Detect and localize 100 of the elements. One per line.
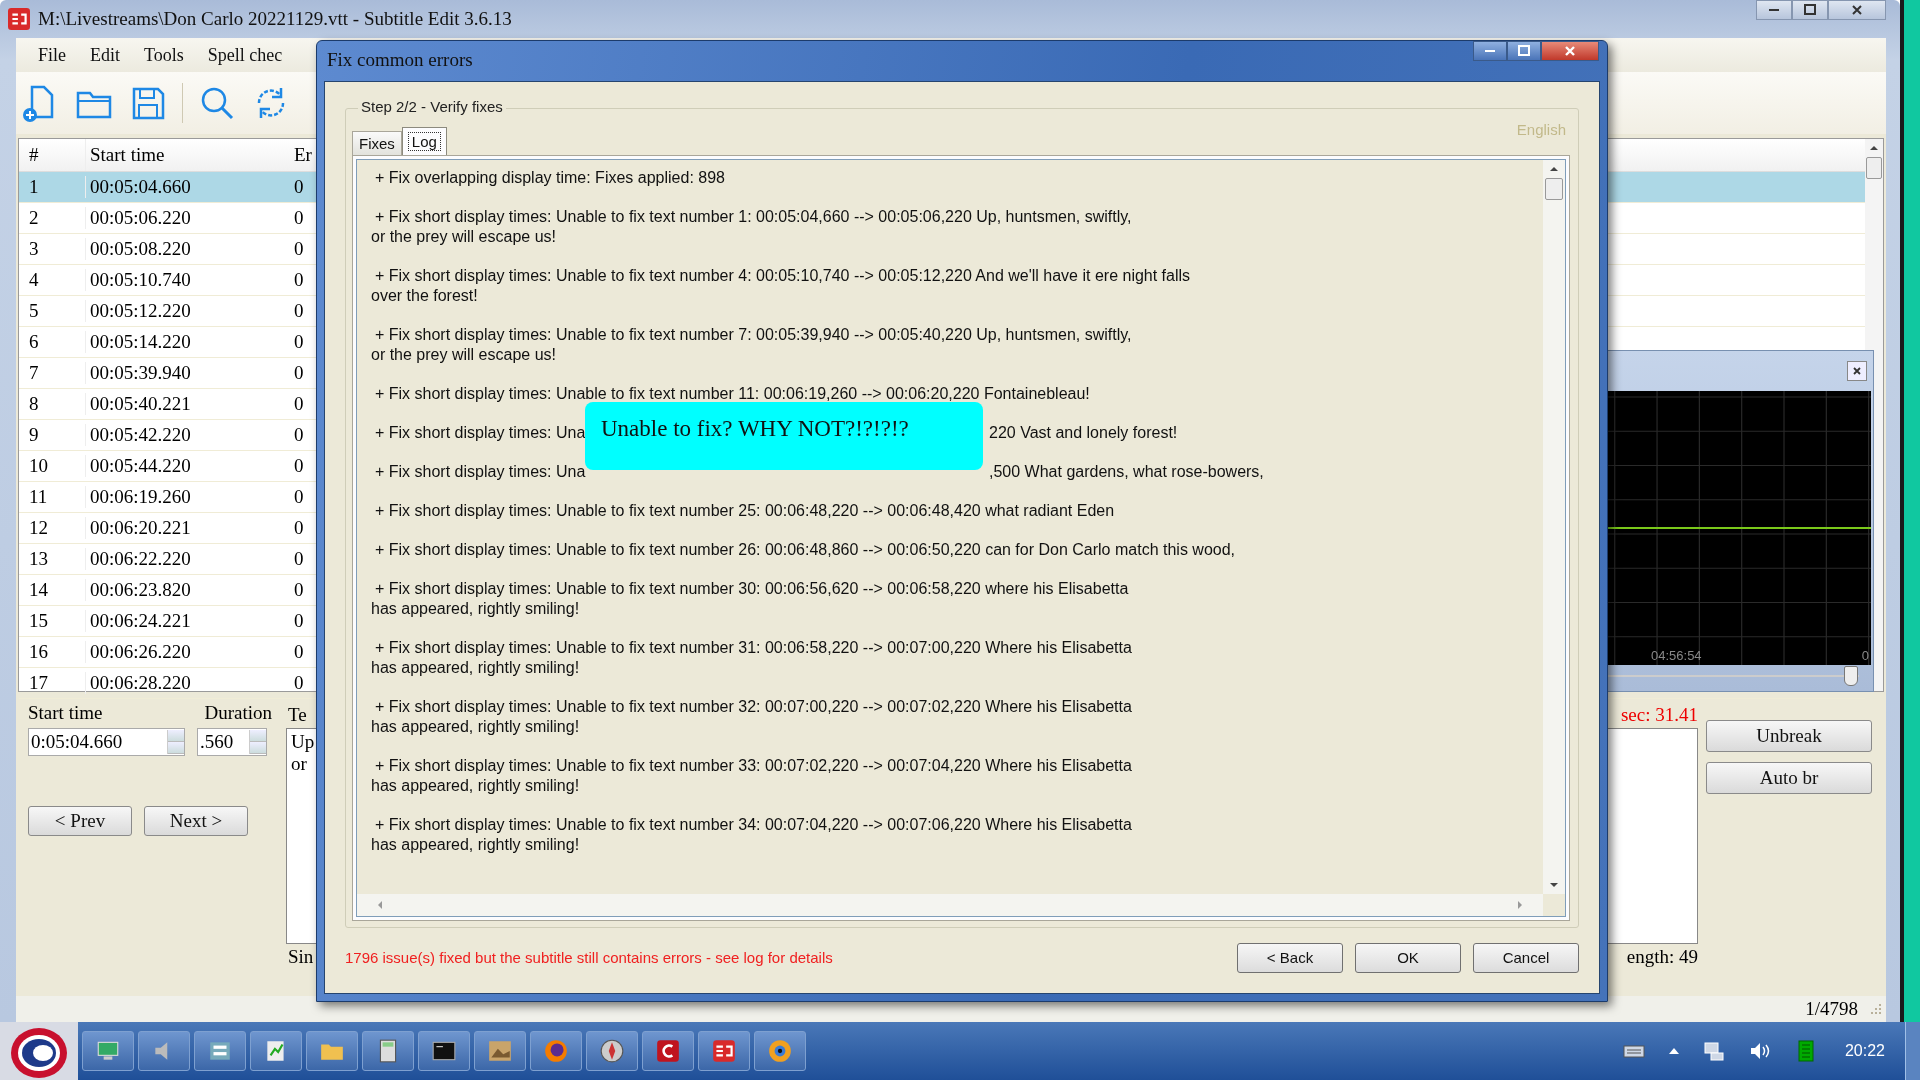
menu-item[interactable]: Edit [78,44,132,66]
log-line: + Fix short display times: Unable to fix text number 11: 00:06:19,260 --> 00:06:20,220 Fontainebleau! [374,384,1091,404]
table-cell: 00:05:42.220 [85,424,290,446]
app-logo-icon [8,8,30,30]
log-line: has appeared, rightly smiling! [371,658,581,678]
maximize-button[interactable] [1507,41,1541,61]
taskbar-button[interactable] [362,1031,414,1071]
minimize-button[interactable] [1756,0,1792,20]
taskbar-button[interactable] [194,1031,246,1071]
tab[interactable]: Fixes [352,131,402,155]
log-line: + Fix short display times: Unable to fix text number 34: 00:07:04,220 --> 00:07:06,220 Where his Elisabetta [374,815,1133,835]
scroll-left-icon[interactable] [377,900,383,910]
column-header[interactable]: Er [290,139,316,171]
table-cell: 00:06:20.221 [85,517,290,539]
scroll-up-icon[interactable] [1869,145,1879,151]
prev-button[interactable]: < Prev [28,806,132,836]
start-button[interactable] [0,1022,78,1080]
maximize-button[interactable] [1792,0,1828,20]
compass-icon [599,1038,625,1064]
show-hidden-icons-icon[interactable] [1667,1047,1680,1055]
menu-item[interactable]: File [26,44,78,66]
log-line: + Fix short display times: Unable to fix text number 25: 00:06:48,220 --> 00:06:48,420 what radiant Eden [374,501,1116,521]
table-cell: 00:05:06.220 [85,207,290,229]
table-cell-text: 12 [28,517,49,539]
clock[interactable]: 20:22 [1844,1042,1885,1060]
single-line-label: Sin [287,946,314,968]
table-cell-text: 0 [293,517,305,539]
line-length-label: ength: 49 [1626,946,1698,968]
app-se-icon [711,1038,737,1064]
network-icon[interactable] [1701,1039,1726,1063]
dialog-button[interactable]: Cancel [1473,942,1579,973]
globe-icon [543,1038,569,1064]
taskbar-button[interactable] [306,1031,358,1071]
menu-item[interactable]: Spell chec [195,44,295,66]
table-cell: 00:06:22.220 [85,548,290,570]
table-cell: 00:06:19.260 [85,486,290,508]
resize-grip-icon[interactable] [1870,1003,1882,1015]
taskbar-button[interactable] [698,1031,750,1071]
tab[interactable]: Log [401,127,447,155]
language-label: English [1516,121,1566,138]
table-cell-text: 4 [28,269,40,291]
close-icon [1851,4,1863,16]
log-line: or the prey will escape us! [371,345,557,365]
text-label: Te [287,704,307,726]
next-button[interactable]: Next > [144,806,248,836]
table-cell: 00:06:23.820 [85,579,290,601]
taskbar-button[interactable] [586,1031,638,1071]
scroll-down-icon[interactable] [1549,882,1559,888]
close-button[interactable] [1541,41,1599,61]
taskbar-button[interactable] [82,1031,134,1071]
scroll-thumb[interactable] [1545,178,1563,200]
table-cell: 00:06:28.220 [85,672,290,694]
table-cell-text: 14 [28,579,49,601]
table-cell-text: 5 [28,300,40,322]
column-header[interactable]: Start time [85,139,290,171]
column-header[interactable]: # [19,139,85,171]
taskbar-button[interactable] [250,1031,302,1071]
table-cell-text: 7 [28,362,40,384]
log-line: + Fix short display times: Unable to fix text number 32: 00:07:00,220 --> 00:07:02,220 Where his Elisabetta [374,697,1133,717]
chars-per-sec-label: sec: 31.41 [1620,704,1698,726]
annotation-callout: Unable to fix? WHY NOT?!?!?!? [585,402,983,470]
log-line: + Fix short display times: Una [374,463,586,480]
log-line: + Fix short display times: Unable to fix text number 31: 00:06:58,220 --> 00:07:00,220 Where his Elisabetta [374,638,1133,658]
status-message: 1796 issue(s) fixed but the subtitle still contains errors - see log for details [345,949,833,966]
unbreak-button[interactable]: Unbreak [1706,720,1872,752]
scroll-right-icon[interactable] [1517,900,1523,910]
slider-thumb[interactable] [1844,666,1859,686]
minimize-icon [1485,50,1495,52]
close-icon [1564,45,1576,57]
time-label: 0 [1861,648,1869,663]
start-time-label: Start time [28,702,103,725]
log-line: has appeared, rightly smiling! [371,599,581,619]
auto-break-button[interactable]: Auto br [1706,762,1872,794]
table-cell-text: 0 [293,455,305,477]
taskbar-button[interactable] [642,1031,694,1071]
log-line: over the forest! [371,286,479,306]
taskbar-button[interactable] [418,1031,470,1071]
subtitle-position: 1/4798 [1805,998,1858,1020]
start-time-field[interactable]: 0:05:04.660 [28,728,185,756]
log-line: has appeared, rightly smiling! [371,717,581,737]
table-cell-text: 1 [28,176,40,198]
close-button[interactable] [1828,0,1886,20]
dialog-button[interactable]: < Back [1237,942,1343,973]
scroll-thumb[interactable] [1866,157,1882,179]
table-cell-text: 0 [293,207,305,229]
app-c-icon [655,1038,681,1064]
table-cell-text: 0 [293,269,305,291]
close-button[interactable] [1847,361,1867,381]
table-cell-text: 0 [293,579,305,601]
log-line: + Fix short display times: Unable to fix text number 1: 00:05:04,660 --> 00:05:06,220 Up, huntsmen, swiftly, [374,207,1133,227]
menu-item[interactable]: Tools [132,44,196,66]
duration-field[interactable]: .560 [197,728,267,756]
taskbar-button[interactable] [530,1031,582,1071]
table-cell: 00:05:44.220 [85,455,290,477]
group-label: Step 2/2 - Verify fixes [358,98,506,115]
table-cell-text: 0 [293,548,305,570]
minimize-button[interactable] [1473,41,1507,61]
eye-icon [767,1038,793,1064]
log-line: + Fix short display times: Unable to fix text number 7: 00:05:39,940 --> 00:05:40,220 Up, huntsmen, swiftly, [374,325,1133,345]
dialog-button[interactable]: OK [1355,942,1461,973]
